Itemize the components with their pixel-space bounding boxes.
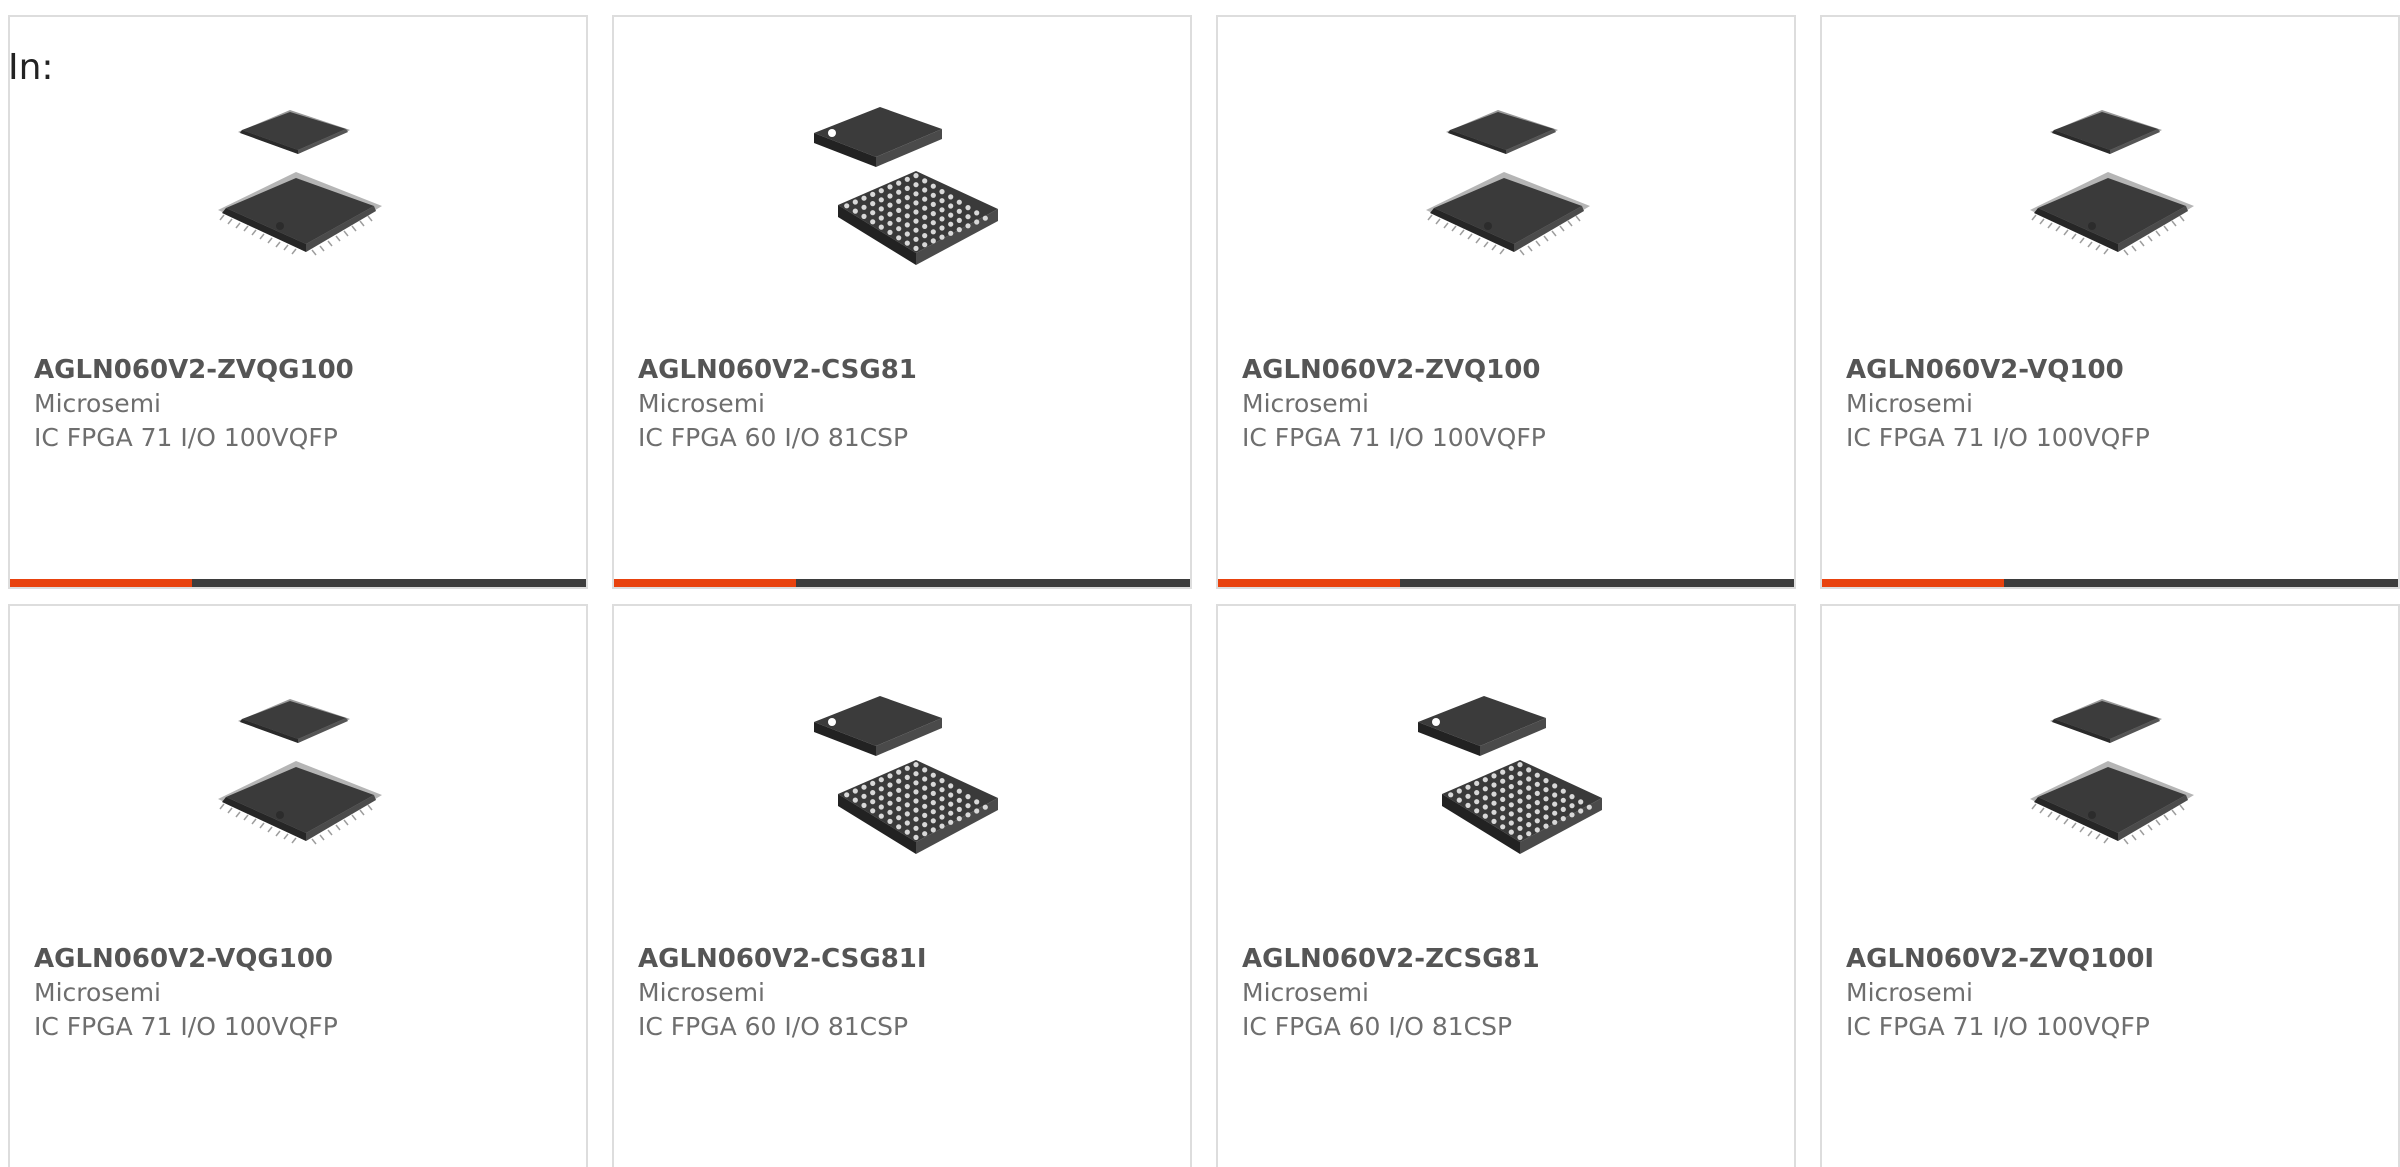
- product-card[interactable]: AGLN060V2-VQ100 Microsemi IC FPGA 71 I/O 1…: [1820, 15, 2400, 589]
- product-info: AGLN060V2-ZVQG100 Microsemi IC FPGA 71 I/O…: [34, 353, 566, 455]
- card-accent-fill: [614, 579, 796, 587]
- product-card[interactable]: AGLN060V2-CSG81I Microsemi IC FPGA 60 I/O …: [612, 604, 1192, 1167]
- bga-chip-icon[interactable]: [1408, 676, 1608, 876]
- description-label: IC FPGA 60 I/O 81CSP: [638, 423, 909, 452]
- description-label: IC FPGA 60 I/O 81CSP: [1242, 1012, 1513, 1041]
- product-info: AGLN060V2-ZVQ100I Microsemi IC FPGA 71 I/O…: [1846, 942, 2378, 1044]
- qfp-chip-icon[interactable]: [2012, 676, 2212, 876]
- manufacturer-label: Microsemi: [1846, 978, 1973, 1007]
- description-label: IC FPGA 71 I/O 100VQFP: [1846, 1012, 2150, 1041]
- product-card[interactable]: AGLN060V2-VQG100 Microsemi IC FPGA 71 I/O …: [8, 604, 588, 1167]
- filter-label: In:: [8, 47, 54, 88]
- bga-chip-icon[interactable]: [804, 676, 1004, 876]
- qfp-chip-icon[interactable]: [200, 87, 400, 287]
- description-label: IC FPGA 71 I/O 100VQFP: [34, 1012, 338, 1041]
- manufacturer-label: Microsemi: [638, 389, 765, 418]
- part-number-link[interactable]: AGLN060V2-VQ100: [1846, 353, 2378, 387]
- part-number-link[interactable]: AGLN060V2-ZVQ100I: [1846, 942, 2378, 976]
- manufacturer-label: Microsemi: [1242, 389, 1369, 418]
- card-accent-fill: [10, 579, 192, 587]
- description-label: IC FPGA 71 I/O 100VQFP: [1846, 423, 2150, 452]
- product-card[interactable]: AGLN060V2-CSG81 Microsemi IC FPGA 60 I/O 8…: [612, 15, 1192, 589]
- part-number-link[interactable]: AGLN060V2-ZVQG100: [34, 353, 566, 387]
- card-accent-bar: [10, 579, 586, 587]
- product-card[interactable]: AGLN060V2-ZVQG100 Microsemi IC FPGA 71 I/O…: [8, 15, 588, 589]
- description-label: IC FPGA 71 I/O 100VQFP: [34, 423, 338, 452]
- card-accent-fill: [1822, 579, 2004, 587]
- manufacturer-label: Microsemi: [34, 389, 161, 418]
- product-info: AGLN060V2-VQ100 Microsemi IC FPGA 71 I/O 1…: [1846, 353, 2378, 455]
- product-grid: AGLN060V2-ZVQG100 Microsemi IC FPGA 71 I/O…: [8, 15, 2400, 1167]
- product-card[interactable]: AGLN060V2-ZCSG81 Microsemi IC FPGA 60 I/O …: [1216, 604, 1796, 1167]
- product-results-page: AGLN060V2-ZVQG100 Microsemi IC FPGA 71 I/O…: [0, 0, 2400, 1167]
- product-info: AGLN060V2-CSG81 Microsemi IC FPGA 60 I/O 8…: [638, 353, 1170, 455]
- part-number-link[interactable]: AGLN060V2-CSG81: [638, 353, 1170, 387]
- bga-chip-icon[interactable]: [804, 87, 1004, 287]
- description-label: IC FPGA 60 I/O 81CSP: [638, 1012, 909, 1041]
- product-info: AGLN060V2-CSG81I Microsemi IC FPGA 60 I/O …: [638, 942, 1170, 1044]
- qfp-chip-icon[interactable]: [2012, 87, 2212, 287]
- product-info: AGLN060V2-ZVQ100 Microsemi IC FPGA 71 I/O …: [1242, 353, 1774, 455]
- part-number-link[interactable]: AGLN060V2-ZVQ100: [1242, 353, 1774, 387]
- card-accent-bar: [614, 579, 1190, 587]
- card-accent-fill: [1218, 579, 1400, 587]
- manufacturer-label: Microsemi: [1846, 389, 1973, 418]
- product-info: AGLN060V2-ZCSG81 Microsemi IC FPGA 60 I/O …: [1242, 942, 1774, 1044]
- manufacturer-label: Microsemi: [638, 978, 765, 1007]
- manufacturer-label: Microsemi: [1242, 978, 1369, 1007]
- qfp-chip-icon[interactable]: [1408, 87, 1608, 287]
- part-number-link[interactable]: AGLN060V2-CSG81I: [638, 942, 1170, 976]
- product-card[interactable]: AGLN060V2-ZVQ100I Microsemi IC FPGA 71 I/O…: [1820, 604, 2400, 1167]
- product-info: AGLN060V2-VQG100 Microsemi IC FPGA 71 I/O …: [34, 942, 566, 1044]
- product-card[interactable]: AGLN060V2-ZVQ100 Microsemi IC FPGA 71 I/O …: [1216, 15, 1796, 589]
- part-number-link[interactable]: AGLN060V2-VQG100: [34, 942, 566, 976]
- description-label: IC FPGA 71 I/O 100VQFP: [1242, 423, 1546, 452]
- manufacturer-label: Microsemi: [34, 978, 161, 1007]
- part-number-link[interactable]: AGLN060V2-ZCSG81: [1242, 942, 1774, 976]
- qfp-chip-icon[interactable]: [200, 676, 400, 876]
- card-accent-bar: [1822, 579, 2398, 587]
- card-accent-bar: [1218, 579, 1794, 587]
